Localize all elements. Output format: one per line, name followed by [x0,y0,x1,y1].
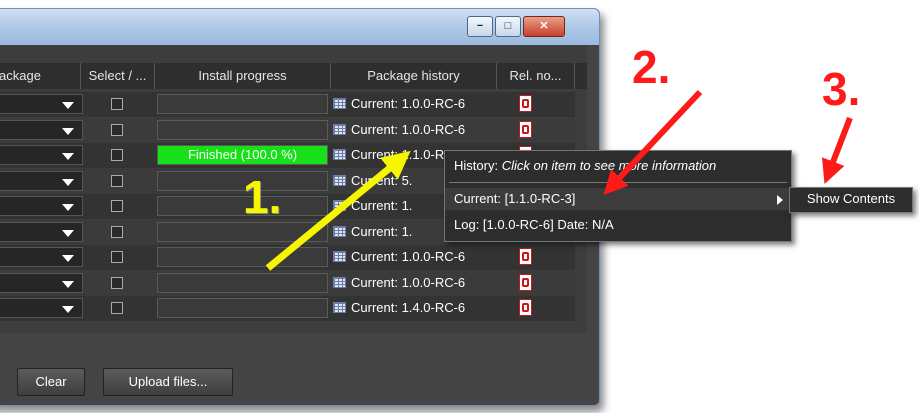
annotation-step1: 1. [243,171,282,223]
arrow-step3 [821,116,853,184]
annotation-step2: 2. [632,41,671,93]
arrow-step1 [265,150,411,271]
annotation-arrows [265,89,853,271]
annotation-step3: 3. [822,63,861,115]
arrow-step2 [603,89,703,196]
